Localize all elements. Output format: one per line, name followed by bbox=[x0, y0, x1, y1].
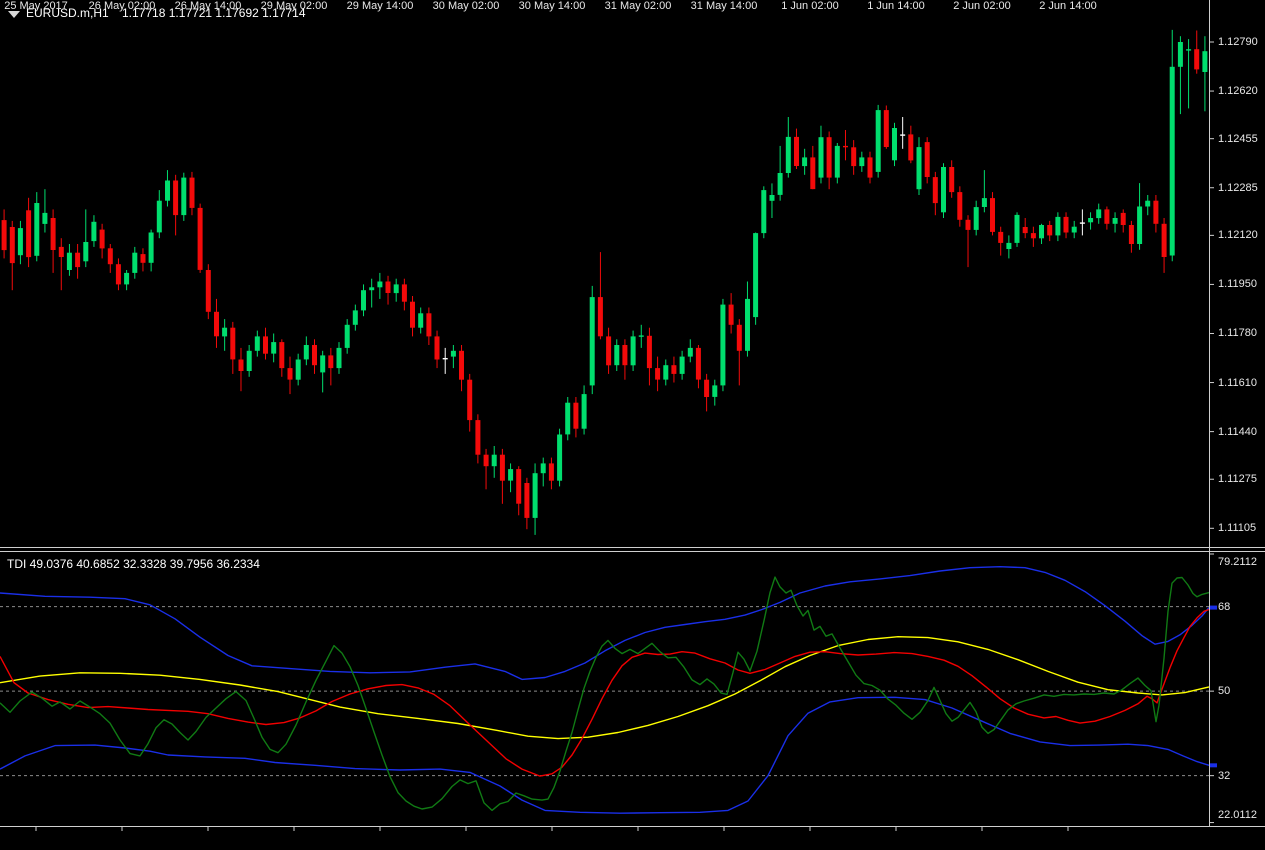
main-chart-area[interactable] bbox=[0, 0, 1209, 547]
indicator-chart-area[interactable] bbox=[0, 553, 1209, 826]
price-axis[interactable] bbox=[1209, 0, 1265, 826]
chart-window: EURUSD.m,H1 1.17718 1.17721 1.17692 1.17… bbox=[0, 0, 1265, 850]
time-axis[interactable] bbox=[0, 827, 1265, 850]
pane-separator[interactable] bbox=[0, 544, 1265, 553]
